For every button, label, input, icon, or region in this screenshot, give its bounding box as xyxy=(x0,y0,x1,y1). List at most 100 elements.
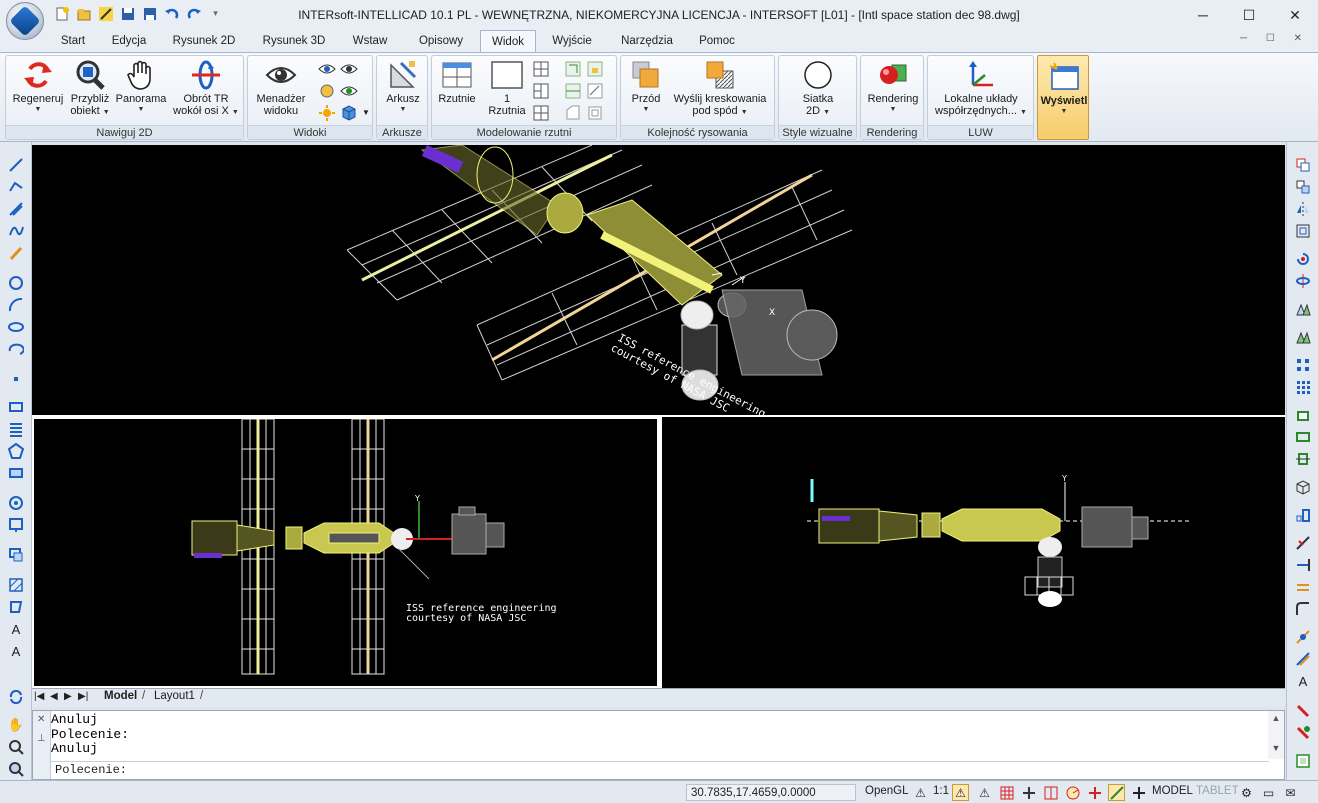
array-rect-icon[interactable] xyxy=(1294,356,1312,374)
copy-tool-icon[interactable] xyxy=(1294,156,1312,174)
tracking-icon[interactable] xyxy=(1086,784,1103,801)
view-eye-icon[interactable] xyxy=(318,60,336,78)
view-eye-alt-icon[interactable] xyxy=(340,60,358,78)
polygon-tool-icon[interactable] xyxy=(7,442,25,460)
tab-rysunek-3d[interactable]: Rysunek 3D xyxy=(256,30,332,52)
object-snap-icon[interactable] xyxy=(1064,784,1081,801)
four-viewports-icon[interactable] xyxy=(532,104,550,122)
regeneruj-button[interactable]: Regeneruj ▼ xyxy=(10,59,66,114)
rotate-tool-icon[interactable] xyxy=(1294,250,1312,268)
wyswietl-button[interactable]: Wyświetl ▼ xyxy=(1037,55,1089,140)
command-input[interactable]: Polecenie: xyxy=(51,761,1269,779)
chamfer-tool-icon[interactable] xyxy=(1294,628,1312,646)
multiline-tool-icon[interactable] xyxy=(7,200,25,218)
helix-tool-icon[interactable] xyxy=(7,420,25,438)
tab-wstaw[interactable]: Wstaw xyxy=(344,30,396,52)
viewport-lock-icon[interactable] xyxy=(586,60,604,78)
przybliz-obiekt-button[interactable]: Przybliż obiekt ▼ xyxy=(68,59,112,117)
coordinate-display[interactable]: 30.7835,17.4659,0.0000 xyxy=(686,784,856,801)
ortho-icon[interactable] xyxy=(1020,784,1037,801)
workspace-icon[interactable]: ▭ xyxy=(1260,784,1277,801)
last-layout-icon[interactable]: ▶| xyxy=(78,691,88,702)
viewport-join-icon[interactable] xyxy=(564,82,582,100)
tab-start[interactable]: Start xyxy=(50,30,96,52)
lokalne-uklady-button[interactable]: Lokalne układy współrzędnych... ▼ xyxy=(930,59,1032,117)
prev-layout-icon[interactable]: ◀ xyxy=(50,691,58,702)
tablet-label[interactable]: TABLET xyxy=(1196,785,1239,797)
array-grid-icon[interactable] xyxy=(1294,378,1312,396)
spline-tool-icon[interactable] xyxy=(7,222,25,240)
message-icon[interactable]: ✉ xyxy=(1282,784,1299,801)
viewport-scale-icon[interactable] xyxy=(586,82,604,100)
explode-tool-icon[interactable] xyxy=(1294,702,1312,720)
viewport-top-view[interactable]: Y X ISS reference engineering courtesy o… xyxy=(32,417,659,688)
przod-button[interactable]: Przód ▼ xyxy=(623,59,669,114)
pin-icon[interactable]: ⊥ xyxy=(37,733,46,744)
viewport-front-view[interactable]: Y xyxy=(662,417,1285,688)
dynamic-input-icon[interactable] xyxy=(1130,784,1147,801)
lineweight-icon[interactable] xyxy=(1108,784,1125,801)
arc-tool-icon[interactable] xyxy=(7,296,25,314)
menadzer-widoku-button[interactable]: Menadżer widoku xyxy=(252,59,310,117)
offset-tool-icon[interactable] xyxy=(1294,222,1312,240)
polyline-tool-icon[interactable] xyxy=(7,178,25,196)
align-tool-icon[interactable] xyxy=(1294,450,1312,468)
tab-edycja[interactable]: Edycja xyxy=(104,30,154,52)
tab-wyjscie[interactable]: Wyjście xyxy=(544,30,600,52)
model-space-label[interactable]: MODEL xyxy=(1152,785,1193,797)
region-tool-icon[interactable] xyxy=(7,464,25,482)
obrot-tr-button[interactable]: Obrót TR wokół osi X ▼ xyxy=(170,59,242,117)
rzutnie-button[interactable]: Rzutnie xyxy=(434,59,480,105)
rendering-button[interactable]: Rendering ▼ xyxy=(863,59,923,114)
next-layout-icon[interactable]: ▶ xyxy=(64,691,72,702)
scroll-up-icon[interactable]: ▲ xyxy=(1268,713,1284,723)
renderer-label[interactable]: OpenGL xyxy=(865,785,908,797)
hatch-tool-icon[interactable] xyxy=(7,576,25,594)
line-tool-icon[interactable] xyxy=(7,156,25,174)
jedna-rzutnia-button[interactable]: 1 Rzutnia xyxy=(482,59,532,117)
mirror-3d-icon[interactable] xyxy=(1294,300,1312,318)
first-layout-icon[interactable]: |◀ xyxy=(34,691,44,702)
stretch-tool-icon[interactable] xyxy=(1294,428,1312,446)
join-tool-icon[interactable] xyxy=(1294,650,1312,668)
viewport-clip-icon[interactable] xyxy=(564,60,582,78)
two-vertical-viewports-icon[interactable] xyxy=(532,60,550,78)
view-sun-icon[interactable] xyxy=(318,104,336,122)
donut-tool-icon[interactable] xyxy=(7,494,25,512)
wyslij-kreskowania-button[interactable]: Wyślij kreskowania pod spód ▼ xyxy=(669,59,771,117)
mirror-tool-icon[interactable] xyxy=(1294,200,1312,218)
scale-label[interactable]: 1:1 xyxy=(933,785,949,797)
close-button[interactable]: ✕ xyxy=(1272,0,1318,30)
tab-opisowy[interactable]: Opisowy xyxy=(410,30,472,52)
refresh-icon[interactable] xyxy=(7,688,25,706)
fillet-tool-icon[interactable] xyxy=(1294,600,1312,618)
circle-tool-icon[interactable] xyxy=(7,274,25,292)
close-icon[interactable]: ✕ xyxy=(37,714,45,725)
visibility-icon[interactable]: ⚠ xyxy=(976,784,993,801)
text-edit-icon[interactable]: A xyxy=(1294,672,1312,690)
ellipse-tool-icon[interactable] xyxy=(7,318,25,336)
annotation-scale-icon[interactable]: ⚠ xyxy=(912,784,929,801)
settings-gear-icon[interactable]: ⚙ xyxy=(1238,784,1255,801)
polar-icon[interactable] xyxy=(1042,784,1059,801)
three-viewports-icon[interactable] xyxy=(532,82,550,100)
tab-layout1[interactable]: Layout1 xyxy=(154,690,195,702)
zoom-icon[interactable] xyxy=(7,738,25,756)
arkusz-button[interactable]: Arkusz ▼ xyxy=(381,59,425,114)
scale-tool-icon[interactable] xyxy=(1294,506,1312,524)
view-eye-green-icon[interactable] xyxy=(340,82,358,100)
viewport-polygon-icon[interactable] xyxy=(564,104,582,122)
zoom-window-icon[interactable] xyxy=(7,760,25,778)
siatka-2d-button[interactable]: Siatka 2D ▼ xyxy=(783,59,853,117)
copy-multiple-icon[interactable] xyxy=(1294,178,1312,196)
revision-cloud-icon[interactable] xyxy=(7,516,25,534)
sketch-tool-icon[interactable] xyxy=(7,244,25,262)
grid-icon[interactable] xyxy=(998,784,1015,801)
panorama-button[interactable]: Panorama ▼ xyxy=(114,59,168,114)
text-tool-icon[interactable]: A xyxy=(7,620,25,638)
mtext-tool-icon[interactable]: A xyxy=(7,642,25,660)
snap-icon[interactable]: ⚠ xyxy=(952,784,969,801)
array-3d-icon[interactable] xyxy=(1294,328,1312,346)
block-tool-icon[interactable] xyxy=(7,546,25,564)
minimize-button[interactable]: ─ xyxy=(1180,0,1226,30)
